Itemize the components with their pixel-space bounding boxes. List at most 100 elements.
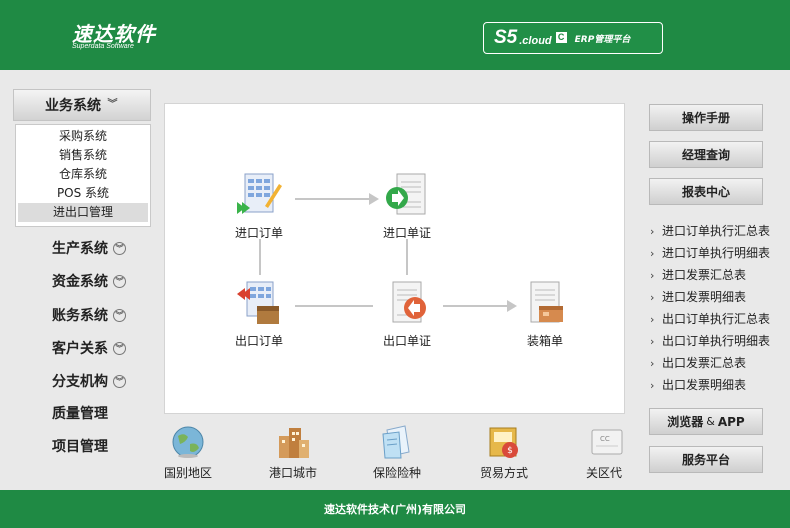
connector-line	[443, 305, 511, 307]
packing-list-icon	[521, 280, 569, 328]
sidebar-item-branch[interactable]: 分支机构 ︾	[52, 371, 126, 391]
node-import-order[interactable]: 进口订单	[219, 172, 299, 241]
browser-label: 浏览器	[667, 415, 704, 429]
import-order-label: 进口订单	[234, 226, 283, 240]
business-submenu: 采购系统 销售系统 仓库系统 POS 系统 进出口管理	[15, 124, 151, 227]
submenu-item-warehouse[interactable]: 仓库系统	[18, 165, 148, 184]
sidebar-item-label: 资金系统	[52, 274, 108, 290]
report-link-label: 出口发票明细表	[662, 378, 747, 392]
report-link-label: 进口订单执行明细表	[662, 246, 771, 260]
svg-text:$: $	[507, 446, 513, 456]
node-export-doc[interactable]: 出口单证	[367, 280, 447, 349]
submenu-item-purchase[interactable]: 采购系统	[18, 127, 148, 146]
business-system-label: 业务系统	[45, 98, 101, 114]
business-system-button[interactable]: 业务系统 ︾	[13, 89, 151, 121]
submenu-item-sales[interactable]: 销售系统	[18, 146, 148, 165]
manager-query-label: 经理查询	[681, 148, 730, 162]
report-link[interactable]: › 进口发票明细表	[650, 286, 770, 308]
connector-line	[259, 239, 261, 275]
quick-customs-area[interactable]: CC 关区代	[568, 424, 624, 481]
chevron-right-icon: ›	[650, 225, 655, 238]
chevron-right-icon: ›	[650, 291, 655, 304]
report-center-label: 报表中心	[681, 185, 730, 199]
report-link[interactable]: › 出口发票明细表	[650, 374, 770, 396]
report-link-label: 出口订单执行汇总表	[662, 312, 771, 326]
svg-text:CC: CC	[600, 435, 610, 443]
report-link-label: 进口发票汇总表	[662, 268, 747, 282]
report-list: › 进口订单执行汇总表 › 进口订单执行明细表 › 进口发票汇总表 › 进口发票明细表 …	[650, 220, 770, 396]
quick-label: 港口城市	[268, 466, 317, 480]
sidebar-item-label: 项目管理	[52, 439, 108, 455]
service-platform-button[interactable]: 服务平台	[649, 446, 763, 473]
report-link-label: 进口订单执行汇总表	[662, 224, 771, 238]
quick-country-region[interactable]: 国别地区	[148, 424, 228, 481]
customs-card-icon: CC	[588, 424, 624, 460]
sidebar-item-label: 分支机构	[52, 374, 108, 390]
report-link[interactable]: › 出口发票汇总表	[650, 352, 770, 374]
report-center-button[interactable]: 报表中心	[649, 178, 763, 205]
service-platform-label: 服务平台	[681, 453, 730, 467]
connector-line	[406, 239, 408, 275]
quick-port-city[interactable]: 港口城市	[253, 424, 333, 481]
sidebar-item-customer[interactable]: 客户关系 ︾	[52, 338, 126, 358]
chevron-right-icon: ›	[650, 335, 655, 348]
ampersand-label: &	[706, 415, 715, 428]
sidebar-item-project[interactable]: 项目管理	[52, 436, 108, 456]
export-order-icon	[235, 280, 283, 328]
badge-cloud: .cloud	[519, 35, 552, 47]
submenu-item-import-export[interactable]: 进出口管理	[18, 203, 148, 222]
chevron-down-icon: ︾	[113, 374, 126, 388]
quick-label: 国别地区	[163, 466, 212, 480]
manual-label: 操作手册	[681, 111, 730, 125]
trade-mode-icon: $	[486, 424, 522, 460]
packing-list-label: 装箱单	[526, 334, 563, 348]
chevron-right-icon: ›	[650, 357, 655, 370]
report-link[interactable]: › 出口订单执行明细表	[650, 330, 770, 352]
import-doc-label: 进口单证	[382, 226, 431, 240]
chevron-down-icon: ︾	[113, 274, 126, 288]
city-buildings-icon	[275, 424, 311, 460]
product-badge: S5 .cloud C ERP管理平台	[483, 22, 663, 54]
sidebar-item-label: 账务系统	[52, 308, 108, 324]
quick-label: 贸易方式	[479, 466, 528, 480]
sidebar-item-accounting[interactable]: 账务系统 ︾	[52, 305, 126, 325]
chevron-right-icon: ›	[650, 379, 655, 392]
quick-trade-mode[interactable]: $ 贸易方式	[464, 424, 544, 481]
sidebar-item-label: 质量管理	[52, 406, 108, 422]
report-link[interactable]: › 出口订单执行汇总表	[650, 308, 770, 330]
report-link[interactable]: › 进口发票汇总表	[650, 264, 770, 286]
quick-insurance-type[interactable]: 保险险种	[357, 424, 437, 481]
connector-line	[295, 198, 373, 200]
sidebar-item-quality[interactable]: 质量管理	[52, 403, 108, 423]
browser-app-button[interactable]: 浏览器 & APP	[649, 408, 763, 435]
header: 速达软件 Superdata Software S5 .cloud C ERP管…	[0, 0, 790, 70]
chevron-right-icon: ›	[650, 247, 655, 260]
sidebar-item-label: 客户关系	[52, 341, 108, 357]
globe-icon	[170, 424, 206, 460]
logo-subtitle: Superdata Software	[72, 43, 134, 50]
manager-query-button[interactable]: 经理查询	[649, 141, 763, 168]
sidebar-item-production[interactable]: 生产系统 ︾	[52, 238, 126, 258]
footer: 速达软件技术(广州)有限公司	[0, 490, 790, 528]
export-order-label: 出口订单	[234, 334, 283, 348]
manual-button[interactable]: 操作手册	[649, 104, 763, 131]
import-doc-icon	[383, 172, 431, 220]
chevron-down-icon: ︾	[113, 341, 126, 355]
chevron-down-icon: ︾	[113, 241, 126, 255]
report-link-label: 进口发票明细表	[662, 290, 747, 304]
badge-c-icon: C	[555, 31, 567, 43]
sidebar-item-funds[interactable]: 资金系统 ︾	[52, 271, 126, 291]
node-export-order[interactable]: 出口订单	[219, 280, 299, 349]
quick-label: 保险险种	[372, 466, 421, 480]
connector-line	[295, 305, 373, 307]
app-label: APP	[717, 414, 745, 429]
export-doc-icon	[383, 280, 431, 328]
node-import-doc[interactable]: 进口单证	[367, 172, 447, 241]
chevron-right-icon: ›	[650, 313, 655, 326]
report-link-label: 出口发票汇总表	[662, 356, 747, 370]
submenu-item-pos[interactable]: POS 系统	[18, 184, 148, 203]
export-doc-label: 出口单证	[382, 334, 431, 348]
report-link[interactable]: › 进口订单执行汇总表	[650, 220, 770, 242]
report-link[interactable]: › 进口订单执行明细表	[650, 242, 770, 264]
node-packing-list[interactable]: 装箱单	[505, 280, 585, 349]
